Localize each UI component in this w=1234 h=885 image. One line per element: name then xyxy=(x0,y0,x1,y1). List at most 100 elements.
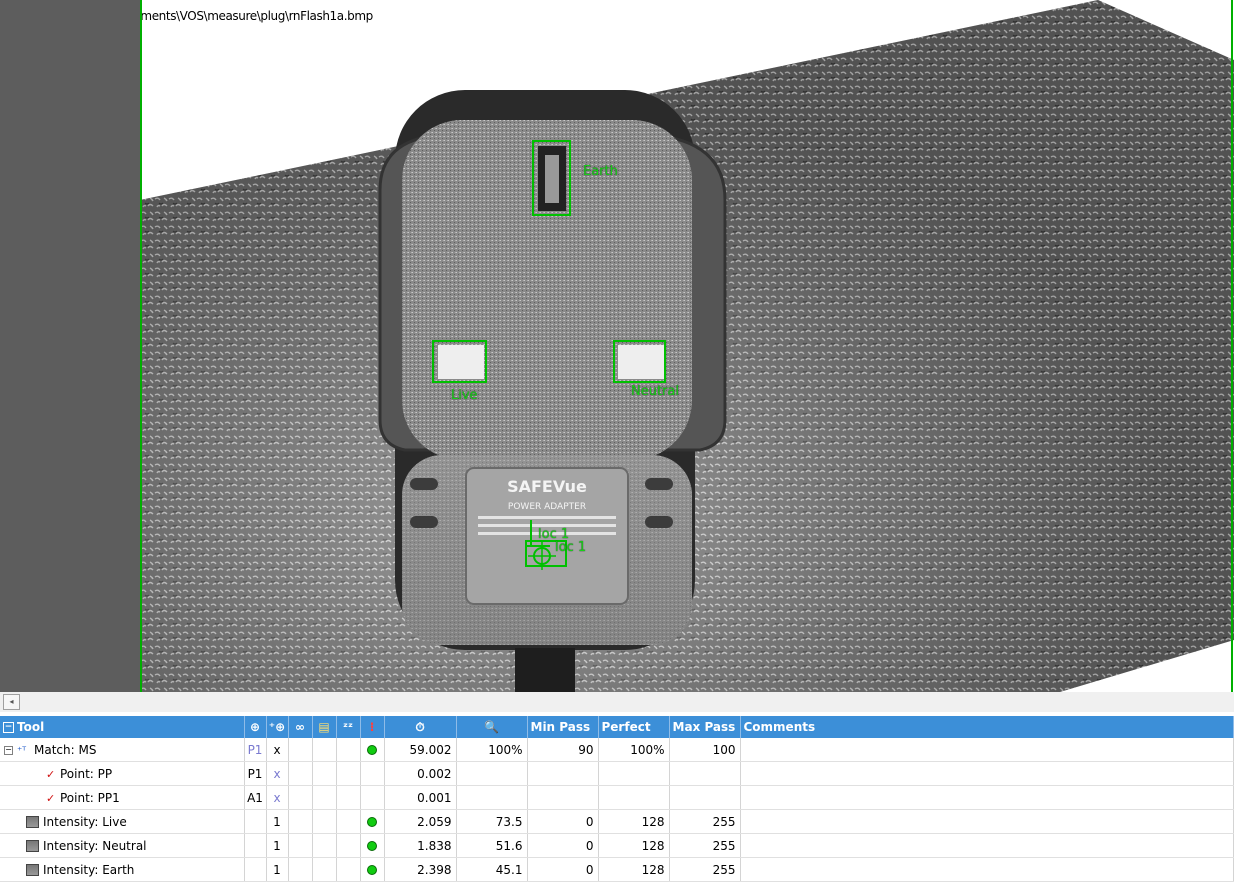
column-header-reference[interactable]: ⊕ xyxy=(244,716,267,738)
x-cell[interactable]: 1 xyxy=(266,857,289,882)
empty-cell xyxy=(336,738,361,762)
empty-cell xyxy=(312,809,337,834)
tool-name: Point: PP1 xyxy=(60,790,120,805)
reference-cell[interactable] xyxy=(244,809,267,834)
collapse-all-icon[interactable]: − xyxy=(3,722,14,733)
column-header-time[interactable]: ⏱ xyxy=(384,716,457,738)
perfect-cell[interactable]: 128 xyxy=(598,833,670,858)
column-header-status[interactable]: ⁝ xyxy=(360,716,385,738)
roi-label-neutral: Neutral xyxy=(631,384,679,399)
comments-cell[interactable] xyxy=(740,857,1234,882)
tool-cell[interactable]: Intensity: Live xyxy=(0,809,245,834)
comments-cell[interactable] xyxy=(740,833,1234,858)
position-icon: ▤ xyxy=(318,720,330,734)
column-header-max-pass[interactable]: Max Pass xyxy=(669,716,741,738)
column-header-tool[interactable]: − Tool xyxy=(0,716,245,738)
camera-image: SAFEVue POWER ADAPTER xyxy=(140,0,1234,692)
point-tool-icon: ✓ xyxy=(46,767,56,781)
x-cell[interactable]: x xyxy=(266,738,289,762)
column-header-min-pass[interactable]: Min Pass xyxy=(527,716,599,738)
reference-cell[interactable]: P1 xyxy=(244,738,267,762)
empty-cell xyxy=(288,738,313,762)
score-cell: 51.6 xyxy=(456,833,528,858)
column-header-link[interactable]: ∞ xyxy=(288,716,313,738)
reference-cell[interactable]: A1 xyxy=(244,785,267,810)
max-pass-cell[interactable]: 100 xyxy=(669,738,741,762)
column-header-position[interactable]: ▤ xyxy=(312,716,337,738)
roi-label-live: Live xyxy=(451,388,478,403)
perfect-cell[interactable] xyxy=(598,785,670,810)
empty-cell xyxy=(336,785,361,810)
comments-cell[interactable] xyxy=(740,809,1234,834)
max-pass-cell[interactable] xyxy=(669,785,741,810)
perfect-cell[interactable] xyxy=(598,761,670,786)
max-pass-cell[interactable]: 255 xyxy=(669,833,741,858)
empty-cell xyxy=(288,785,313,810)
table-row[interactable]: ✓ Point: PP P1 x 0.002 xyxy=(0,761,1234,786)
time-cell: 0.001 xyxy=(384,785,457,810)
column-header-perfect[interactable]: Perfect xyxy=(598,716,670,738)
tool-cell[interactable]: ✓ Point: PP1 xyxy=(0,785,245,810)
reference-icon: ⊕ xyxy=(249,720,261,734)
x-cell[interactable]: 1 xyxy=(266,809,289,834)
table-row[interactable]: Intensity: Neutral 1 1.838 51.6 0 128 25… xyxy=(0,833,1234,858)
min-pass-cell[interactable] xyxy=(527,761,599,786)
min-pass-cell[interactable]: 90 xyxy=(527,738,599,762)
max-pass-cell[interactable] xyxy=(669,761,741,786)
perfect-cell[interactable]: 100% xyxy=(598,738,670,762)
collapse-node-icon[interactable]: − xyxy=(4,745,13,755)
status-cell xyxy=(360,785,385,810)
score-cell xyxy=(456,761,528,786)
image-frame-right xyxy=(1231,0,1233,692)
results-grid: − Tool ⊕ ⁺⊕ ∞ ▤ ᶻᶻ ⁝ ⏱ 🔍 Min Pass Perfect… xyxy=(0,716,1234,885)
horizontal-scrollbar[interactable]: ◂ xyxy=(0,692,1234,712)
column-header-add-reference[interactable]: ⁺⊕ xyxy=(266,716,289,738)
x-cell[interactable]: 1 xyxy=(266,833,289,858)
scroll-left-button[interactable]: ◂ xyxy=(3,694,20,710)
tool-cell[interactable]: − ⁺ᵀ Match: MS xyxy=(0,738,245,762)
reference-cell[interactable] xyxy=(244,833,267,858)
tool-cell[interactable]: Intensity: Neutral xyxy=(0,833,245,858)
point-tool-icon: ✓ xyxy=(46,791,56,805)
link-icon: ∞ xyxy=(295,720,305,734)
image-viewer[interactable]: SAFEVue POWER ADAPTER H:\c\Users\sawong\… xyxy=(140,0,1234,692)
reference-cell[interactable]: P1 xyxy=(244,761,267,786)
table-row[interactable]: Intensity: Live 1 2.059 73.5 0 128 255 xyxy=(0,809,1234,834)
min-pass-cell[interactable]: 0 xyxy=(527,809,599,834)
max-pass-cell[interactable]: 255 xyxy=(669,809,741,834)
status-cell xyxy=(360,761,385,786)
roi-label-locator-2: loc 1 xyxy=(555,540,587,555)
intensity-tool-icon xyxy=(26,816,39,828)
score-cell: 45.1 xyxy=(456,857,528,882)
intensity-tool-icon xyxy=(26,840,39,852)
table-row[interactable]: ✓ Point: PP1 A1 x 0.001 xyxy=(0,785,1234,810)
x-cell[interactable]: x xyxy=(266,785,289,810)
min-pass-cell[interactable]: 0 xyxy=(527,857,599,882)
table-row[interactable]: − ⁺ᵀ Match: MS P1 x 59.002 100% 90 100% 10… xyxy=(0,738,1234,762)
min-pass-cell[interactable] xyxy=(527,785,599,810)
pass-status-icon xyxy=(367,745,377,755)
empty-cell xyxy=(312,785,337,810)
column-header-sort[interactable]: ᶻᶻ xyxy=(336,716,361,738)
table-row[interactable]: Intensity: Earth 1 2.398 45.1 0 128 255 xyxy=(0,857,1234,882)
perfect-cell[interactable]: 128 xyxy=(598,857,670,882)
column-header-comments[interactable]: Comments xyxy=(740,716,1234,738)
empty-cell xyxy=(288,809,313,834)
perfect-cell[interactable]: 128 xyxy=(598,809,670,834)
status-light-icon: ⁝ xyxy=(369,720,375,734)
tool-cell[interactable]: Intensity: Earth xyxy=(0,857,245,882)
roi-label-earth: Earth xyxy=(583,164,618,179)
pass-status-icon xyxy=(367,865,377,875)
comments-cell[interactable] xyxy=(740,761,1234,786)
max-pass-cell[interactable]: 255 xyxy=(669,857,741,882)
product-logo: SAFEVue xyxy=(507,477,587,496)
x-cell[interactable]: x xyxy=(266,761,289,786)
reference-cell[interactable] xyxy=(244,857,267,882)
grid-header-row: − Tool ⊕ ⁺⊕ ∞ ▤ ᶻᶻ ⁝ ⏱ 🔍 Min Pass Perfect… xyxy=(0,716,1234,738)
comments-cell[interactable] xyxy=(740,785,1234,810)
column-header-score[interactable]: 🔍 xyxy=(456,716,528,738)
status-cell xyxy=(360,738,385,762)
min-pass-cell[interactable]: 0 xyxy=(527,833,599,858)
comments-cell[interactable] xyxy=(740,738,1234,762)
tool-cell[interactable]: ✓ Point: PP xyxy=(0,761,245,786)
